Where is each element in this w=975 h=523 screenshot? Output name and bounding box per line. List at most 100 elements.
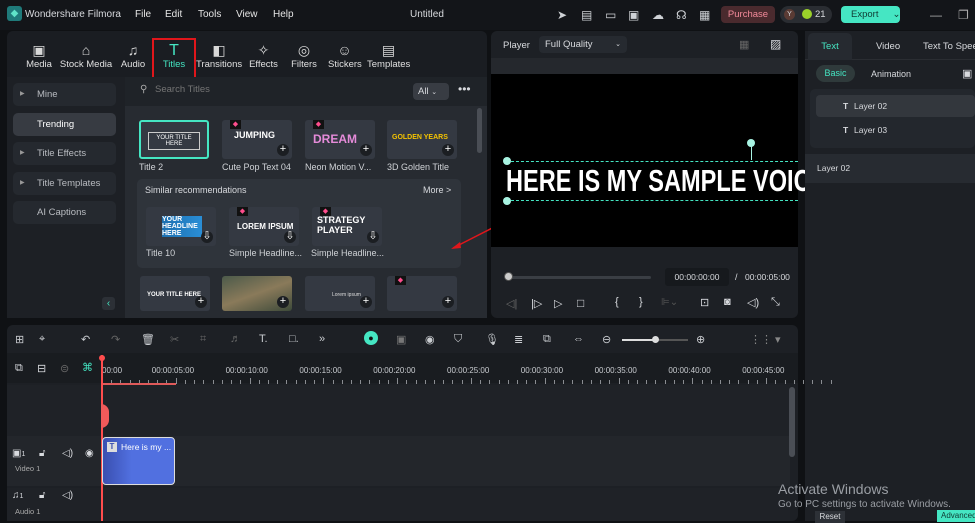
category-mine[interactable]: ▶ Mine <box>13 83 116 106</box>
scrollbar[interactable] <box>477 108 482 153</box>
snapshot-icon[interactable]: ◙ <box>724 296 731 308</box>
collapse-sidebar-button[interactable]: ‹ <box>102 297 115 310</box>
more-options-icon[interactable]: ••• <box>458 82 471 96</box>
cut-icon[interactable]: ✂ <box>170 333 179 346</box>
save-icon[interactable]: ▣ <box>628 8 639 22</box>
quality-dropdown[interactable]: Full Quality ⌄ <box>539 36 627 53</box>
ai-robot-icon[interactable]: ● <box>364 331 378 345</box>
delete-icon[interactable]: 🗑 <box>141 333 155 346</box>
tab-video[interactable]: Video <box>876 41 900 52</box>
save-preset-icon[interactable]: ▣ <box>962 67 972 80</box>
snap-icon[interactable]: ⌘ <box>82 361 93 374</box>
title-card-golden[interactable]: GOLDEN YEARS + <box>387 120 457 159</box>
play-icon[interactable]: ▷ <box>554 297 562 310</box>
timeline-scrollbar[interactable] <box>789 387 795 457</box>
subtab-animation[interactable]: Animation <box>871 69 911 79</box>
tab-audio[interactable]: ♫ Audio <box>118 42 148 70</box>
similar-card-title-10[interactable]: YOUR HEADLINE HERE ⇩ <box>146 207 216 246</box>
fullscreen-icon[interactable]: ⤡ <box>771 296 780 309</box>
title-card[interactable]: ◆ + <box>387 276 457 311</box>
mark-in-icon[interactable]: { <box>615 296 619 308</box>
zoom-slider[interactable] <box>622 336 688 343</box>
similar-card-strategy[interactable]: ◆ STRATEGY PLAYER ⇩ <box>312 207 382 246</box>
speed-icon[interactable]: ◉ <box>425 333 435 346</box>
playback-slider[interactable] <box>508 276 651 279</box>
title-clip[interactable]: T Here is my ... <box>102 437 175 485</box>
apps-icon[interactable]: ▦ <box>699 8 710 22</box>
menu-view[interactable]: View <box>236 9 258 20</box>
category-trending[interactable]: Trending <box>13 113 116 136</box>
mark-out-icon[interactable]: } <box>639 296 643 308</box>
crop-icon[interactable]: ⌗ <box>200 333 206 346</box>
grid-view-icon[interactable]: ▦ <box>739 38 749 51</box>
task-icon[interactable]: ▤ <box>581 8 592 22</box>
shape-icon[interactable]: □. <box>289 333 299 345</box>
replace-icon[interactable]: ⧉ <box>543 333 551 346</box>
restore-icon[interactable]: ❐ <box>958 8 969 22</box>
playhead-handle[interactable] <box>504 272 513 281</box>
category-title-templates[interactable]: ▶ Title Templates <box>13 172 116 195</box>
title-card[interactable]: Lorem ipsum + <box>305 276 375 311</box>
link-icon[interactable]: ⊟ <box>37 362 46 375</box>
add-icon[interactable]: + <box>277 144 289 156</box>
add-icon[interactable]: + <box>442 296 454 308</box>
tab-templates[interactable]: ▤ Templates <box>367 42 410 70</box>
advanced-button[interactable]: Advanced <box>937 510 975 522</box>
title-card-neon-motion[interactable]: ◆ DREAM + <box>305 120 375 159</box>
eye-icon[interactable]: ◉ <box>85 448 94 459</box>
tab-stickers[interactable]: ☺ Stickers <box>328 42 362 70</box>
similar-card-lorem[interactable]: ◆ LOREM IPSUM ⇩ <box>229 207 299 246</box>
mute-icon[interactable]: ◁) <box>62 490 73 501</box>
filter-dropdown[interactable]: All ⌄ <box>413 83 449 100</box>
tab-transitions[interactable]: ◧ Transitions <box>196 42 242 70</box>
overlay-text[interactable]: HERE IS MY SAMPLE VOICE <box>506 163 826 199</box>
selected-layer-header[interactable]: Layer 02 <box>805 154 975 183</box>
undo-icon[interactable]: ↶ <box>81 333 90 346</box>
volume-icon[interactable]: ◁) <box>747 296 759 309</box>
zoom-in-icon[interactable]: ⊕ <box>696 333 705 346</box>
audio-edit-icon[interactable]: ♬ <box>230 333 241 345</box>
tab-effects[interactable]: ✧ Effects <box>247 42 280 70</box>
fit-icon[interactable]: ⇔ <box>573 333 584 345</box>
lock-icon[interactable]: 🔓︎ <box>39 490 45 501</box>
title-card[interactable]: + <box>222 276 292 311</box>
menu-file[interactable]: File <box>135 9 151 20</box>
redo-icon[interactable]: ↷ <box>111 333 120 346</box>
select-tool-icon[interactable]: ⌖ <box>39 333 45 346</box>
group-icon[interactable]: ⊜ <box>60 362 69 375</box>
tab-text[interactable]: Text <box>808 33 852 60</box>
cloud-icon[interactable]: ☁ <box>652 8 664 22</box>
marker-icon[interactable]: ⊫⌄ <box>661 297 678 308</box>
playhead-handle[interactable] <box>99 355 105 361</box>
display-icon[interactable]: ⊡ <box>700 296 709 309</box>
tab-stock-media[interactable]: ⌂ Stock Media <box>59 42 113 70</box>
layout-icon[interactable]: ▭ <box>605 8 616 22</box>
more-tools-icon[interactable]: » <box>319 333 325 345</box>
mute-icon[interactable]: ◁) <box>62 448 73 459</box>
track-height-icon[interactable]: ⋮⋮ ▾ <box>750 333 781 346</box>
audio-list-icon[interactable]: ≣ <box>514 333 523 346</box>
layer-item[interactable]: T Layer 03 <box>816 119 975 141</box>
menu-edit[interactable]: Edit <box>165 9 182 20</box>
purchase-button[interactable]: Purchase <box>721 6 775 23</box>
category-title-effects[interactable]: ▶ Title Effects <box>13 142 116 165</box>
zoom-slider-handle[interactable] <box>652 336 659 343</box>
tab-text-to-speech[interactable]: Text To Speech <box>923 41 975 52</box>
download-icon[interactable]: ⇩ <box>367 231 379 243</box>
prev-frame-icon[interactable]: ◁| <box>506 297 517 310</box>
microphone-icon[interactable]: 🎙 <box>485 333 499 346</box>
export-button[interactable]: Export ⌄ <box>841 6 900 23</box>
stop-icon[interactable]: □ <box>577 296 584 310</box>
support-icon[interactable]: ☊ <box>676 8 687 22</box>
video-preview[interactable]: HERE IS MY SAMPLE VOICE <box>491 74 826 247</box>
tab-filters[interactable]: ◎ Filters <box>289 42 319 70</box>
subtab-basic[interactable]: Basic <box>816 65 855 82</box>
send-icon[interactable]: ➤ <box>557 8 567 22</box>
menu-help[interactable]: Help <box>273 9 294 20</box>
category-ai-captions[interactable]: AI Captions <box>13 201 116 224</box>
more-link[interactable]: More > <box>423 185 451 195</box>
shield-icon[interactable]: ⛉ <box>454 333 462 346</box>
download-icon[interactable]: ⇩ <box>201 231 213 243</box>
menu-tools[interactable]: Tools <box>198 9 221 20</box>
account-credits[interactable]: Y 21 <box>780 6 832 23</box>
